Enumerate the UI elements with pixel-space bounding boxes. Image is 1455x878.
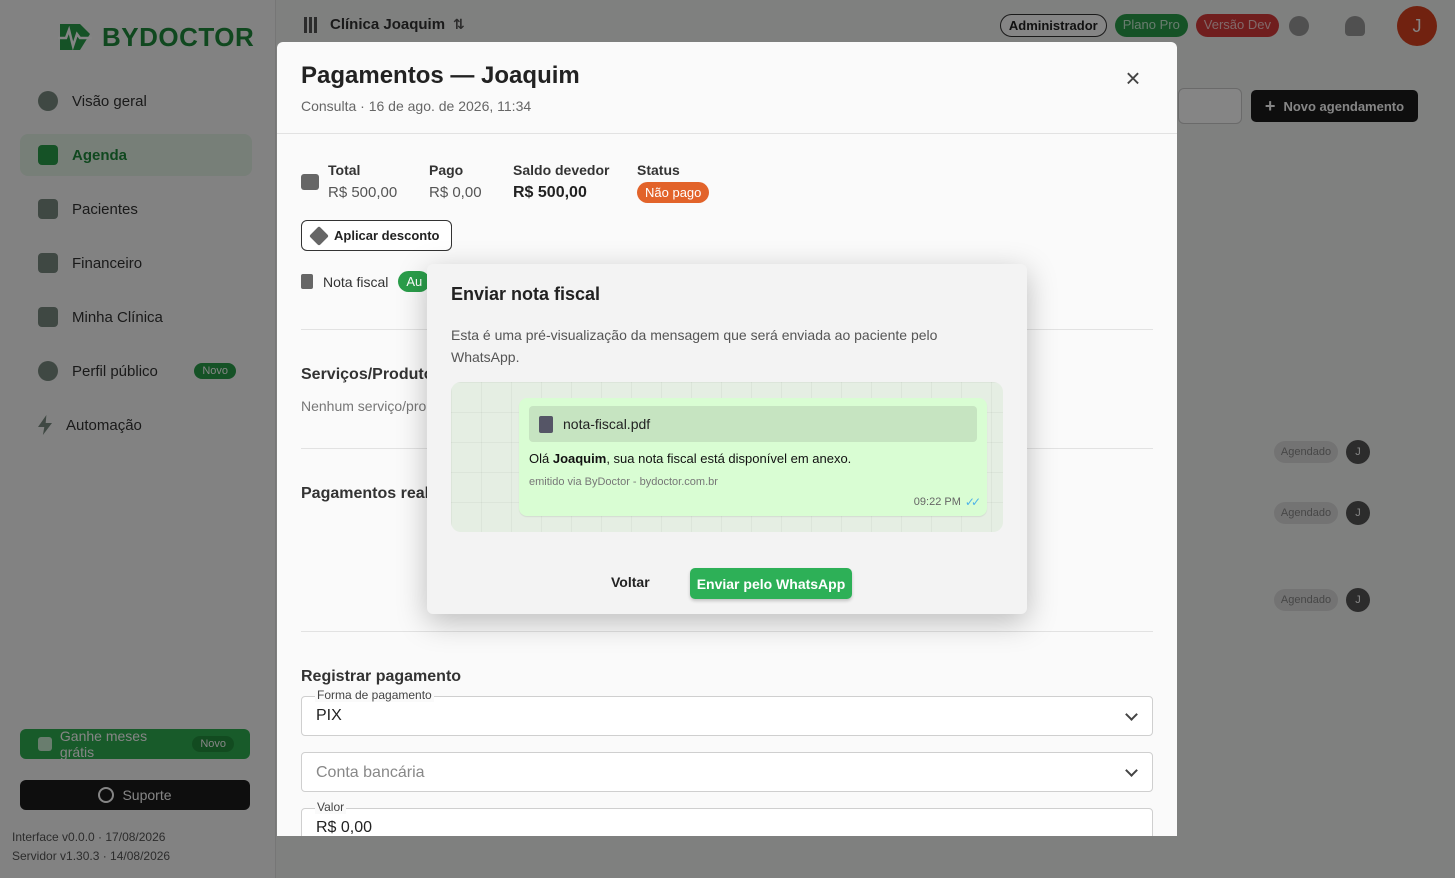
message-footer: emitido via ByDoctor - bydoctor.com.br — [529, 476, 718, 488]
apply-discount-button[interactable]: Aplicar desconto — [301, 220, 452, 251]
document-icon — [301, 274, 313, 289]
whatsapp-preview: nota-fiscal.pdf Olá Joaquim, sua nota fi… — [451, 382, 1003, 532]
total-label: Total — [328, 162, 361, 178]
pdf-attachment[interactable]: nota-fiscal.pdf — [529, 406, 977, 442]
payment-method-label: Forma de pagamento — [315, 688, 434, 702]
close-icon[interactable]: × — [1120, 65, 1146, 92]
paid-stat: Pago R$ 0,00 — [429, 162, 482, 201]
message-text: Olá Joaquim, sua nota fiscal está dispon… — [529, 451, 851, 466]
message-patient-name: Joaquim — [552, 451, 607, 466]
message-bubble: nota-fiscal.pdf Olá Joaquim, sua nota fi… — [519, 398, 987, 516]
invoice-status-badge: Au — [398, 271, 431, 292]
balance-value: R$ 500,00 — [513, 184, 587, 201]
amount-label: Valor — [315, 800, 347, 814]
dialog-title: Enviar nota fiscal — [451, 284, 601, 304]
double-check-icon: ✓✓ — [964, 495, 981, 509]
payment-method-select[interactable]: Forma de pagamento PIX — [301, 688, 1153, 736]
invoice-row: Nota fiscal Au — [301, 271, 431, 292]
wallet-icon — [301, 174, 319, 190]
status-label: Status — [637, 162, 680, 178]
services-title: Serviços/Produtos — [301, 366, 443, 383]
bank-account-select[interactable]: Conta bancária — [301, 752, 1153, 792]
invoice-label: Nota fiscal — [323, 273, 389, 290]
message-meta: 09:22 PM ✓✓ — [913, 495, 981, 509]
payment-method-value: PIX — [316, 707, 342, 724]
chevron-down-icon — [1125, 708, 1138, 721]
attachment-filename: nota-fiscal.pdf — [563, 416, 651, 432]
message-time: 09:22 PM — [913, 496, 961, 508]
divider — [277, 133, 1177, 134]
send-invoice-dialog: Enviar nota fiscal Esta é uma pré-visual… — [427, 264, 1027, 614]
register-payment-title: Registrar pagamento — [301, 668, 462, 685]
dialog-description: Esta é uma pré-visualização da mensagem … — [451, 327, 938, 365]
chevron-down-icon — [1125, 764, 1138, 777]
balance-stat: Saldo devedor R$ 500,00 — [513, 162, 609, 202]
payments-modal-subtitle: Consulta · 16 de ago. de 2026, 11:34 — [301, 98, 532, 114]
message-prefix: Olá — [529, 451, 553, 466]
bank-account-placeholder: Conta bancária — [316, 764, 425, 781]
total-value: R$ 500,00 — [328, 184, 398, 201]
payments-made-title: Pagamentos real — [301, 485, 430, 502]
paid-value: R$ 0,00 — [429, 184, 482, 201]
amount-input[interactable]: Valor R$ 0,00 — [301, 800, 1153, 836]
back-button[interactable]: Voltar — [611, 574, 650, 590]
status-badge: Não pago — [637, 182, 710, 203]
tag-icon — [309, 225, 329, 246]
send-whatsapp-button[interactable]: Enviar pelo WhatsApp — [690, 568, 852, 599]
amount-value: R$ 0,00 — [316, 819, 373, 836]
status-stat: Status Não pago — [637, 162, 710, 203]
paid-label: Pago — [429, 162, 464, 178]
message-suffix: , sua nota fiscal está disponível em ane… — [606, 451, 852, 466]
divider — [301, 631, 1153, 632]
balance-label: Saldo devedor — [513, 162, 610, 178]
total-stat: Total R$ 500,00 — [328, 162, 397, 201]
services-empty-text: Nenhum serviço/pro — [301, 398, 427, 414]
apply-discount-label: Aplicar desconto — [334, 228, 440, 243]
file-pdf-icon — [539, 415, 553, 433]
payments-modal-title: Pagamentos — Joaquim — [301, 62, 580, 89]
